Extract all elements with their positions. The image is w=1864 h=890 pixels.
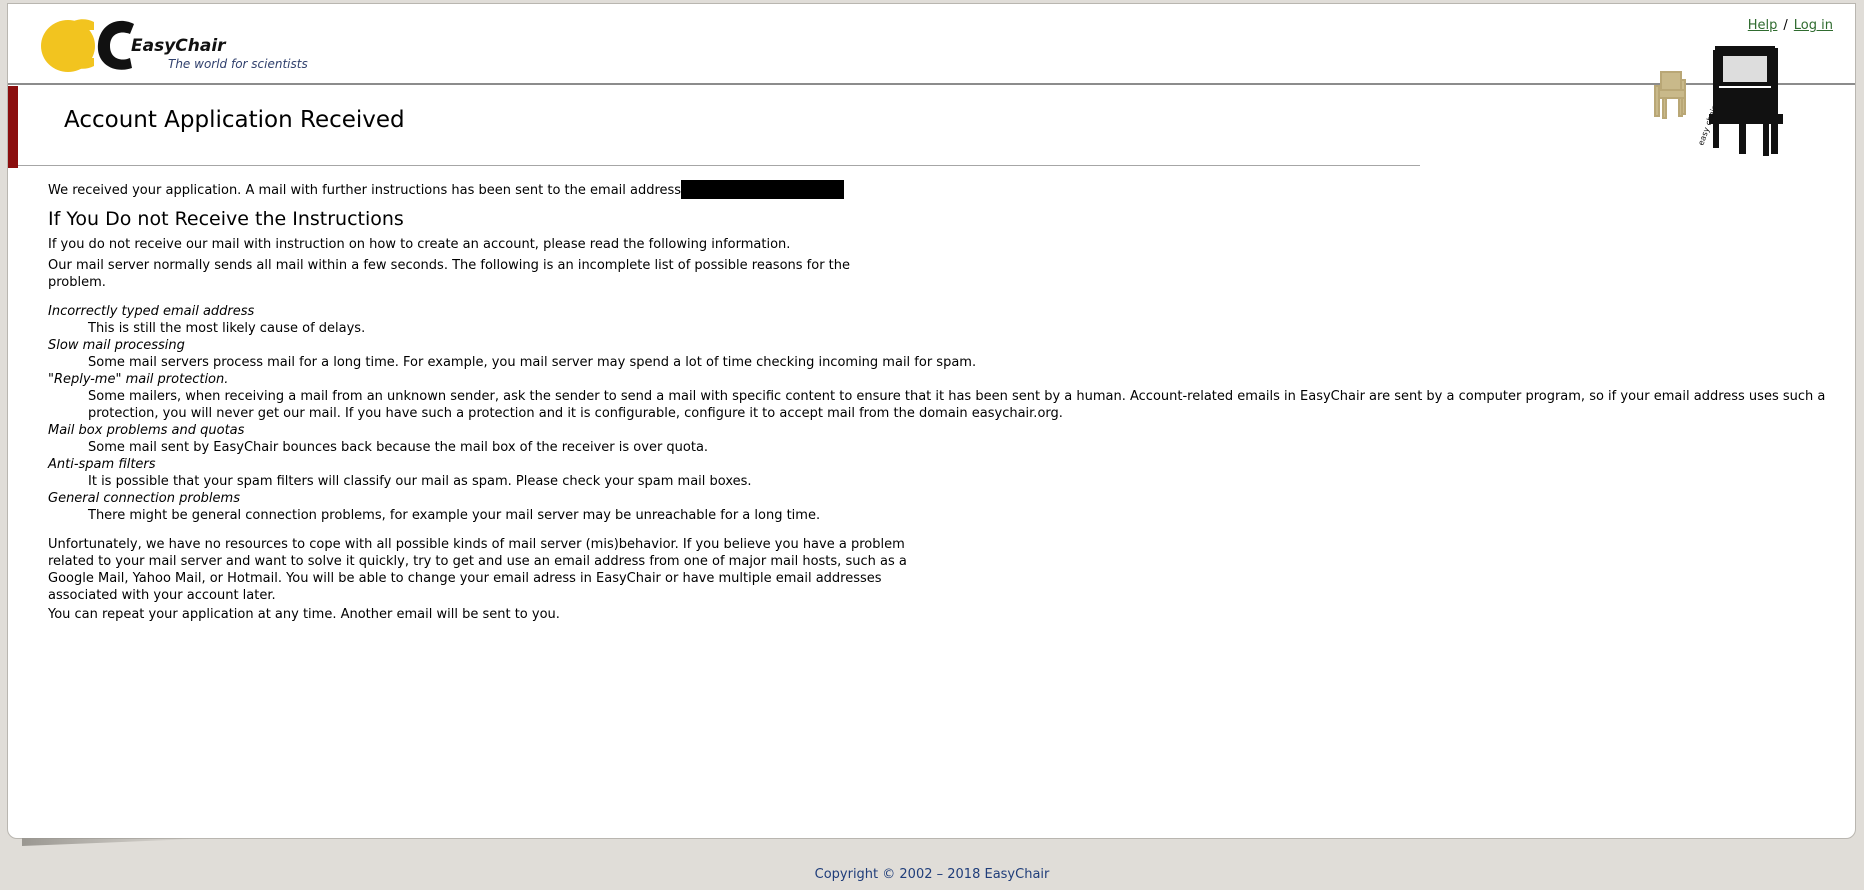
reason-term: Slow mail processing — [48, 338, 185, 353]
reason-term: "Reply-me" mail protection. — [48, 372, 229, 387]
reason-description: Some mailers, when receiving a mail from… — [88, 389, 1826, 421]
title-band: Account Application Received — [8, 86, 1420, 168]
intro-text: If you do not receive our mail with inst… — [48, 237, 791, 252]
reason-description: Some mail sent by EasyChair bounces back… — [88, 440, 709, 455]
reason-description: Some mail servers process mail for a lon… — [88, 355, 977, 370]
reason-term: Mail box problems and quotas — [48, 423, 245, 438]
link-separator: / — [1783, 18, 1788, 33]
reason-description: There might be general connection proble… — [88, 508, 821, 523]
reason-term: General connection problems — [48, 491, 240, 506]
help-link[interactable]: Help — [1748, 18, 1778, 33]
page-title: Account Application Received — [64, 107, 405, 133]
reason-description: This is still the most likely cause of d… — [88, 321, 366, 336]
page-container: EasyChair The world for scientists Help /… — [7, 3, 1856, 839]
chairs-illustration: easy chair — [1651, 42, 1791, 160]
redacted-email — [681, 180, 845, 199]
reason-description: It is possible that your spam filters wi… — [88, 474, 752, 489]
repeat-text: You can repeat your application at any t… — [48, 607, 560, 622]
reasons-list: Incorrectly typed email address This is … — [48, 303, 1858, 524]
title-divider — [18, 165, 1420, 166]
header-divider — [8, 83, 1855, 85]
brand-name: EasyChair — [131, 36, 226, 56]
page-shadow — [22, 838, 202, 846]
tagline: The world for scientists — [168, 57, 308, 71]
reason-term: Incorrectly typed email address — [48, 304, 255, 319]
unfortunately-text: Unfortunately, we have no resources to c… — [48, 537, 907, 603]
server-note: Our mail server normally sends all mail … — [48, 258, 851, 290]
easychair-logo[interactable]: EasyChair The world for scientists — [38, 14, 318, 84]
top-links: Help / Log in — [1748, 18, 1833, 33]
section-heading: If You Do not Receive the Instructions — [48, 208, 404, 230]
header: EasyChair The world for scientists Help /… — [8, 4, 1855, 156]
main-content: We received your application. A mail wit… — [48, 180, 1858, 623]
chair-icon: easy chair — [1654, 46, 1783, 156]
footer-copyright: Copyright © 2002 – 2018 EasyChair — [814, 867, 1050, 882]
received-message: We received your application. A mail wit… — [48, 180, 1858, 200]
login-link[interactable]: Log in — [1794, 18, 1833, 33]
reason-term: Anti-spam filters — [48, 457, 156, 472]
received-text: We received your application. A mail wit… — [48, 183, 682, 198]
